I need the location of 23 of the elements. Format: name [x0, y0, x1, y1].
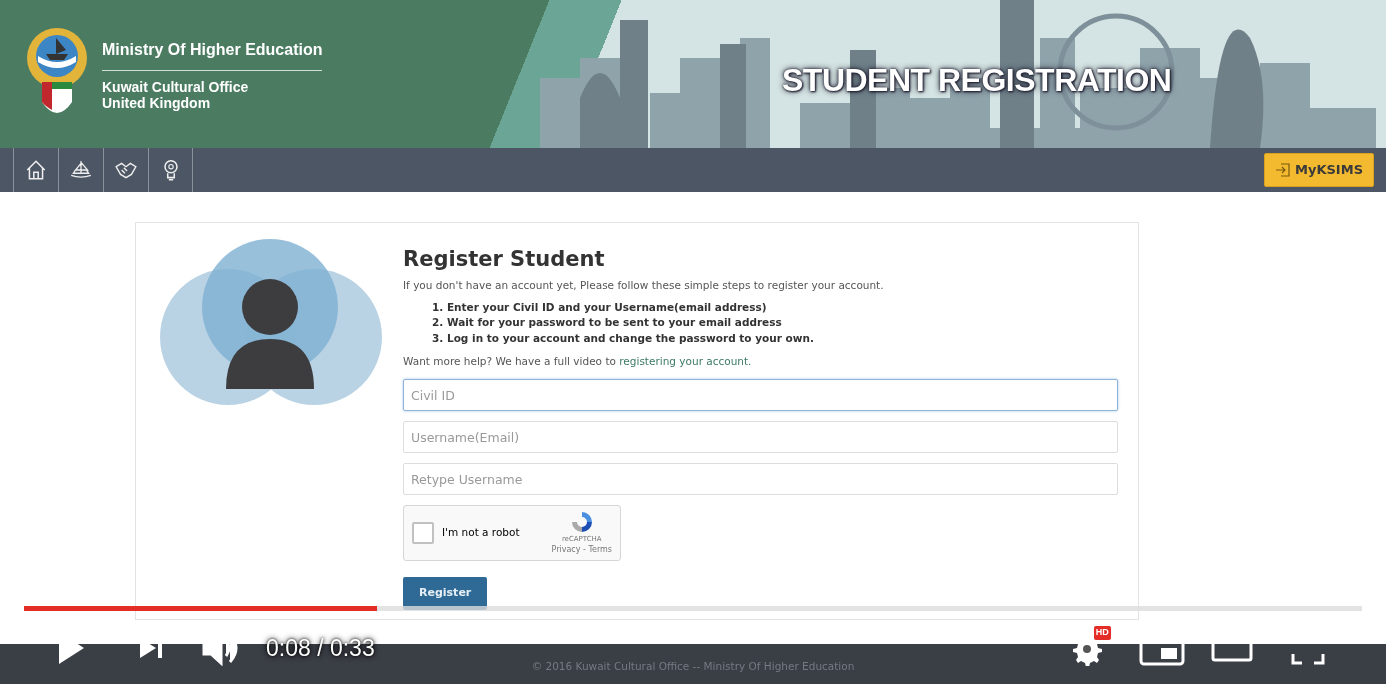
organization-subtitle: United Kingdom	[102, 94, 212, 111]
home-icon[interactable]	[24, 158, 48, 182]
captcha-links: Privacy - Terms	[551, 544, 612, 557]
help-text: Want more help? We have a full video to registering your account.	[403, 354, 753, 370]
organization-subtitle: Kuwait Cultural Office	[102, 78, 250, 95]
step-text: 3. Log in to your account and change the password to your own.	[431, 330, 815, 346]
step-text: 1. Enter your Civil ID and your Username(email address)	[431, 299, 768, 315]
text-input-field[interactable]: Civil ID	[403, 379, 1118, 412]
video-link[interactable]: registering your account.	[619, 355, 752, 368]
sign-in-icon	[1275, 162, 1291, 178]
progress-track[interactable]	[24, 606, 1362, 611]
captcha-checkbox[interactable]	[412, 522, 434, 545]
copyright-text: © 2016 Kuwait Cultural Office -- Ministry Of Higher Education	[531, 659, 855, 675]
text-input-field[interactable]: Username(Email)	[403, 421, 1118, 454]
captcha-label: I'm not a robot	[442, 525, 520, 541]
step-text: 2. Wait for your password to be sent to your email address	[431, 315, 783, 331]
myksims-button[interactable]: MyKSIMS	[1264, 153, 1374, 187]
intro-text: If you don't have an account yet, Please follow these simple steps to register your account.	[403, 278, 885, 294]
organization-title: Ministry Of Higher Education	[102, 37, 323, 71]
recaptcha-logo-icon	[569, 509, 594, 534]
form-heading: Register Student	[403, 247, 606, 273]
hd-badge: HD	[1093, 626, 1111, 640]
text-input-field[interactable]: Retype Username	[403, 463, 1118, 496]
